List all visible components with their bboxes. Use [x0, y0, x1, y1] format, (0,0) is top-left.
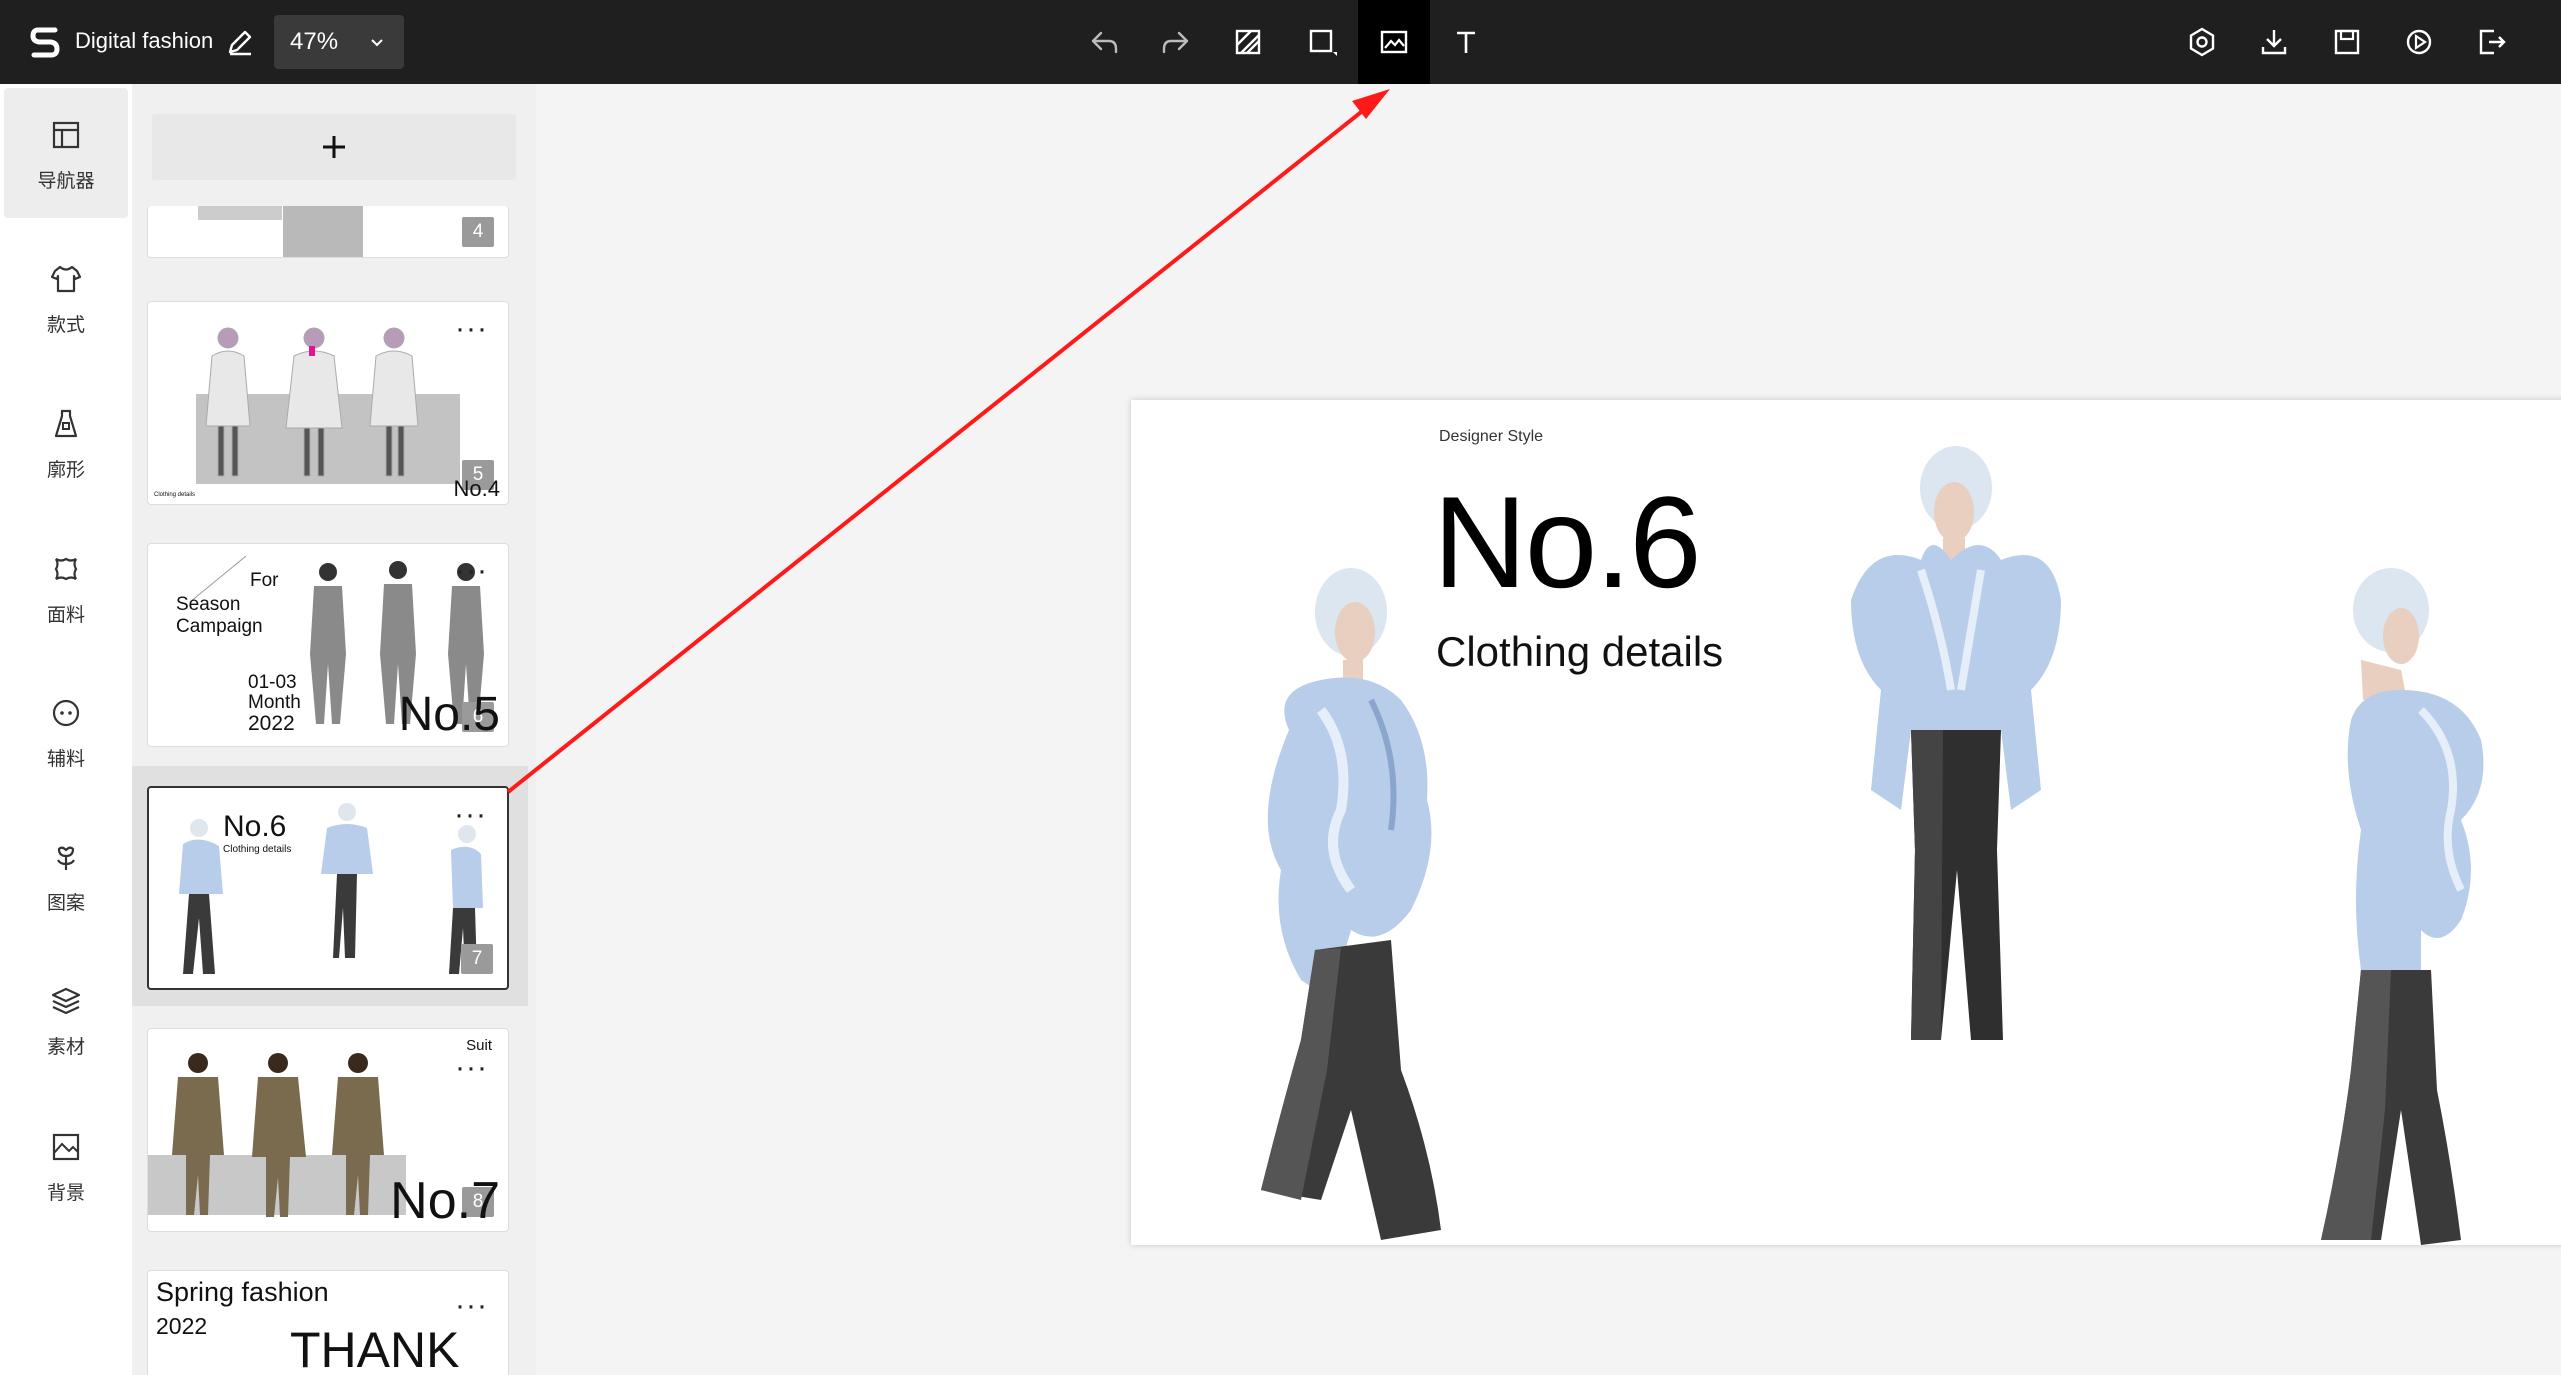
left-rail: 导航器 款式 廓形 面料 辅料 图案 素材 背景: [0, 84, 132, 1375]
more-options-icon[interactable]: ···: [454, 800, 487, 830]
save-icon: [2334, 29, 2360, 55]
thumbnail-big-text: THANK: [290, 1322, 460, 1375]
text-icon: [1457, 31, 1475, 53]
exit-button[interactable]: [2455, 0, 2527, 84]
thumbnail-title: Spring fashion: [156, 1277, 329, 1307]
fabric-icon: [54, 557, 78, 581]
slide-thumbnail-5[interactable]: ··· Clothing details 5 No.4: [147, 301, 509, 505]
save-button[interactable]: [2311, 0, 2383, 84]
undo-icon: [1091, 31, 1118, 54]
sidebar-item-navigator[interactable]: 导航器: [4, 88, 128, 218]
slide-thumbnail-4[interactable]: 4: [147, 206, 509, 258]
thumbnail-text: Season: [176, 594, 241, 615]
slide-panel: 4 ··· Clothing details 5 No.4 For Season…: [132, 84, 536, 1375]
slide-kicker[interactable]: Designer Style: [1439, 428, 1543, 446]
more-options-icon[interactable]: ···: [455, 556, 488, 586]
thumbnail-text: 01-03: [248, 672, 297, 693]
sidebar-item-label: 廓形: [46, 459, 85, 481]
sidebar-item-label: 款式: [46, 314, 85, 336]
thumbnail-title: No.4: [453, 476, 500, 501]
text-tool-button[interactable]: [1430, 0, 1502, 84]
fill-icon: [1235, 29, 1261, 55]
slide-number-badge: 4: [462, 217, 494, 247]
play-button[interactable]: [2383, 0, 2455, 84]
redo-button[interactable]: [1140, 0, 1212, 84]
navigator-icon: [52, 121, 80, 149]
chevron-down-icon: [371, 39, 383, 47]
garment-icon: [50, 265, 82, 293]
slide-canvas[interactable]: Designer Style No.6 Clothing details: [1131, 400, 2561, 1245]
sidebar-item-accessory[interactable]: 辅料: [4, 666, 128, 796]
thumbnail-text: 2022: [248, 712, 295, 735]
sidebar-item-label: 素材: [46, 1036, 85, 1058]
thumbnail-text: Campaign: [176, 616, 263, 637]
settings-button[interactable]: [2166, 0, 2238, 84]
play-icon: [2406, 29, 2432, 55]
zoom-value: 47%: [290, 28, 339, 55]
sidebar-item-label: 辅料: [46, 748, 85, 770]
sidebar-item-pattern[interactable]: 图案: [4, 810, 128, 940]
fill-tool-button[interactable]: [1212, 0, 1284, 84]
plus-icon: [323, 136, 345, 158]
thumbnail-image: [283, 206, 363, 257]
thumbnail-title: No.7: [390, 1172, 500, 1230]
silhouette-icon: [54, 409, 78, 438]
thumbnail-text: 2022: [156, 1313, 208, 1339]
sidebar-item-label: 背景: [46, 1182, 85, 1204]
model-figure-left[interactable]: [1231, 550, 1471, 1245]
sidebar-item-material[interactable]: 素材: [4, 954, 128, 1084]
app-logo-icon[interactable]: [28, 22, 62, 62]
exit-icon: [2479, 29, 2506, 55]
shape-tool-button[interactable]: [1286, 0, 1358, 84]
sidebar-item-label: 图案: [46, 892, 85, 914]
sidebar-item-label: 面料: [46, 604, 85, 626]
edit-title-icon[interactable]: [224, 26, 256, 58]
document-title[interactable]: Digital fashion: [75, 26, 213, 56]
sidebar-item-silhouette[interactable]: 廓形: [4, 377, 128, 507]
top-bar: Digital fashion 47%: [0, 0, 2561, 84]
slide-thumbnail-7[interactable]: No.6 Clothing details ··· 7: [147, 786, 509, 990]
download-button[interactable]: [2238, 0, 2310, 84]
thumbnail-image: [198, 206, 282, 220]
undo-button[interactable]: [1068, 0, 1140, 84]
settings-icon: [2189, 27, 2215, 57]
material-icon: [51, 987, 81, 1015]
slide-subtitle[interactable]: Clothing details: [1436, 628, 1723, 676]
image-icon: [1380, 30, 1408, 54]
more-options-icon[interactable]: ···: [455, 1291, 488, 1321]
add-slide-button[interactable]: [152, 114, 516, 180]
slide-thumbnail-8[interactable]: Suit ··· 8 No.7: [147, 1028, 509, 1232]
sidebar-item-background[interactable]: 背景: [4, 1100, 128, 1230]
thumbnail-image: [205, 327, 419, 477]
redo-icon: [1162, 31, 1189, 54]
download-icon: [2261, 30, 2287, 55]
sidebar-item-garment[interactable]: 款式: [4, 232, 128, 362]
thumbnail-text: Month: [248, 692, 301, 713]
thumbnail-image: [172, 1053, 384, 1217]
image-tool-button[interactable]: [1358, 0, 1430, 84]
thumbnail-image: [179, 803, 483, 974]
slide-thumbnail-6[interactable]: For Season Campaign 01-03 Month 2022 ···…: [147, 543, 509, 747]
background-icon: [52, 1133, 80, 1161]
slide-thumbnail-9[interactable]: Spring fashion 2022 ··· THANK: [147, 1270, 509, 1375]
slide-number-badge: 7: [461, 944, 493, 974]
thumbnail-caption: Clothing details: [154, 492, 196, 498]
shape-icon: [1309, 29, 1337, 56]
more-options-icon[interactable]: ···: [455, 1053, 488, 1083]
sidebar-item-label: 导航器: [37, 170, 95, 192]
accessory-icon: [52, 699, 80, 727]
zoom-select[interactable]: 47%: [274, 15, 404, 69]
model-figure-right[interactable]: [2311, 550, 2511, 1245]
model-figure-center[interactable]: [1831, 430, 2071, 1150]
slide-title[interactable]: No.6: [1433, 472, 1702, 612]
canvas-area: Designer Style No.6 Clothing details: [536, 84, 2561, 1375]
thumbnail-title: No.5: [398, 688, 500, 741]
pattern-icon: [57, 846, 75, 870]
thumbnail-text: For: [250, 570, 279, 591]
sidebar-item-fabric[interactable]: 面料: [4, 522, 128, 652]
more-options-icon[interactable]: ···: [455, 314, 488, 344]
